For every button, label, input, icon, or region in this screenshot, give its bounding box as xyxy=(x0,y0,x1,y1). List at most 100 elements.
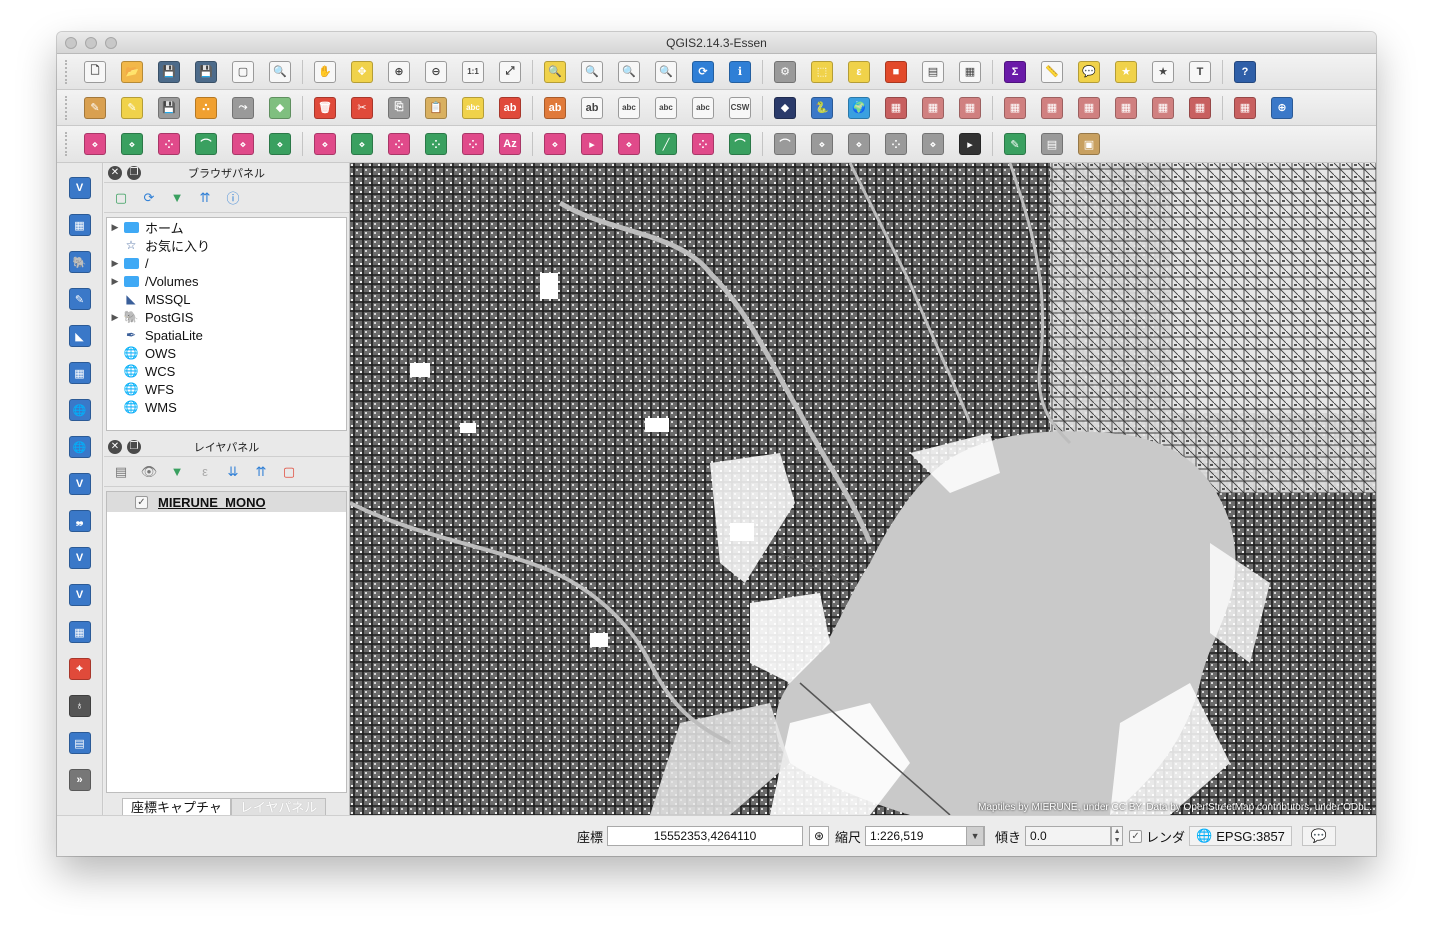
show-bookmarks-button[interactable]: ★ xyxy=(1146,57,1180,87)
raster-terrain-button[interactable]: ▤ xyxy=(1035,129,1069,159)
scale-combobox[interactable]: 1:226,519 ▼ xyxy=(865,826,986,846)
add-wms-layer-button[interactable]: 🌐 xyxy=(63,395,97,425)
tab-coordinate-capture[interactable]: 座標キャプチャ xyxy=(122,798,231,816)
zoom-in-button[interactable]: ⊕ xyxy=(382,57,416,87)
composer-manager-button[interactable]: 🔍 xyxy=(263,57,297,87)
crs-status-button[interactable]: 🌐 EPSG:3857 xyxy=(1189,826,1292,846)
label-move-button[interactable]: abc xyxy=(612,93,646,123)
raster-plugin-2-button[interactable]: ▦ xyxy=(916,93,950,123)
digitize-22-button[interactable]: ⁘ xyxy=(879,129,913,159)
new-shapefile-layer-button[interactable]: V xyxy=(63,580,97,610)
open-project-button[interactable]: 📂 xyxy=(115,57,149,87)
rotation-spinner[interactable]: ▲ ▼ xyxy=(1111,826,1124,846)
collapse-all-layers-icon[interactable]: ⇈ xyxy=(250,461,272,483)
label-highlight-button[interactable]: ab xyxy=(493,93,527,123)
digitize-10-button[interactable]: ⁘ xyxy=(419,129,453,159)
digitize-15-button[interactable]: ⋄ xyxy=(612,129,646,159)
float-panel-icon[interactable]: ❐ xyxy=(127,439,141,454)
text-annotation-button[interactable]: T xyxy=(1183,57,1217,87)
raster-plugin-3-button[interactable]: ▦ xyxy=(953,93,987,123)
raster-plugin-5-button[interactable]: ▦ xyxy=(1035,93,1069,123)
new-bookmark-button[interactable]: ★ xyxy=(1109,57,1143,87)
toggle-editing-button[interactable]: ✎ xyxy=(78,93,112,123)
mouse-coordinate-toggle-icon[interactable]: ⊛ xyxy=(809,826,830,846)
zoom-out-button[interactable]: ⊖ xyxy=(419,57,453,87)
select-by-expression-button[interactable]: ε xyxy=(842,57,876,87)
digitize-17-button[interactable]: ⁘ xyxy=(686,129,720,159)
plugin-stamp-button[interactable]: ◆ xyxy=(768,93,802,123)
new-spatialite-layer-button[interactable]: ▦ xyxy=(63,617,97,647)
new-print-composer-button[interactable]: ▢ xyxy=(226,57,260,87)
filter-expression-icon[interactable]: ε xyxy=(194,461,216,483)
add-wfs-layer-button[interactable]: V xyxy=(63,469,97,499)
label-rotate-button[interactable]: abc xyxy=(649,93,683,123)
select-features-button[interactable]: ⬚ xyxy=(805,57,839,87)
layer-row[interactable]: ✓ MIERUNE_MONO xyxy=(107,492,346,512)
digitize-6-button[interactable]: ⋄ xyxy=(263,129,297,159)
copy-features-button[interactable]: ⎘ xyxy=(382,93,416,123)
statistics-button[interactable]: Σ xyxy=(998,57,1032,87)
save-as-button[interactable]: 💾 xyxy=(189,57,223,87)
add-postgis-layer-button[interactable]: 🐘 xyxy=(63,247,97,277)
add-delimited-text-layer-button[interactable]: ❠ xyxy=(63,506,97,536)
close-window-button[interactable] xyxy=(65,37,77,49)
coordinate-field[interactable]: 15552353,4264110 xyxy=(607,826,804,846)
add-wcs-layer-button[interactable]: 🌐 xyxy=(63,432,97,462)
globe-plugin-button[interactable]: 🌍 xyxy=(842,93,876,123)
digitize-11-button[interactable]: ⁘ xyxy=(456,129,490,159)
expand-arrow-icon[interactable]: ▶ xyxy=(107,312,123,323)
georeferencer-button[interactable]: ✎ xyxy=(998,129,1032,159)
pan-button[interactable]: ✋ xyxy=(308,57,342,87)
label-show-button[interactable]: ab xyxy=(575,93,609,123)
chevron-down-icon[interactable]: ▼ xyxy=(966,826,985,846)
toolbar-grip[interactable] xyxy=(65,95,71,120)
zoom-next-button[interactable]: 🔍 xyxy=(649,57,683,87)
rotation-field[interactable]: 0.0 xyxy=(1025,826,1112,846)
current-edits-button[interactable]: ✎ xyxy=(115,93,149,123)
raster-plugin-7-button[interactable]: ▦ xyxy=(1109,93,1143,123)
save-edits-button[interactable]: 💾 xyxy=(152,93,186,123)
expand-arrow-icon[interactable]: ▶ xyxy=(107,258,123,269)
gps-tool-button[interactable]: ♁ xyxy=(63,691,97,721)
coordinate-capture-button[interactable]: ⌖ xyxy=(63,654,97,684)
browser-item[interactable]: ▶ ホーム xyxy=(107,218,346,236)
digitize-8-button[interactable]: ⋄ xyxy=(345,129,379,159)
browser-item[interactable]: 🌐 WMS xyxy=(107,398,346,416)
pan-to-selection-button[interactable]: ✥ xyxy=(345,57,379,87)
label-change-button[interactable]: abc xyxy=(686,93,720,123)
map-theme-icon[interactable]: ▤ xyxy=(110,461,132,483)
browser-item[interactable]: 🌐 WCS xyxy=(107,362,346,380)
help-button[interactable]: ? xyxy=(1228,57,1262,87)
more-tools-chevron-button[interactable]: » xyxy=(63,765,97,795)
add-virtual-layer-button[interactable]: V xyxy=(63,543,97,573)
digitize-9-button[interactable]: ⁘ xyxy=(382,129,416,159)
digitize-16-button[interactable]: ╱ xyxy=(649,129,683,159)
digitize-2-button[interactable]: ⋄ xyxy=(115,129,149,159)
zoom-to-selection-button[interactable]: 🔍 xyxy=(538,57,572,87)
render-checkbox[interactable]: ✓ xyxy=(1129,829,1143,843)
visibility-eye-icon[interactable]: 👁 xyxy=(138,461,160,483)
move-feature-button[interactable]: ⤳ xyxy=(226,93,260,123)
raster-plugin-6-button[interactable]: ▦ xyxy=(1072,93,1106,123)
paste-features-button[interactable]: 📋 xyxy=(419,93,453,123)
add-feature-button[interactable]: ∴ xyxy=(189,93,223,123)
digitize-14-button[interactable]: ▸ xyxy=(575,129,609,159)
refresh-button[interactable]: ⟳ xyxy=(686,57,720,87)
browser-item[interactable]: ▶ / xyxy=(107,254,346,272)
digitize-19-button[interactable]: ⌒ xyxy=(768,129,802,159)
raster-plugin-1-button[interactable]: ▦ xyxy=(879,93,913,123)
raster-plugin-8-button[interactable]: ▦ xyxy=(1146,93,1180,123)
close-panel-icon[interactable]: ✕ xyxy=(108,439,122,454)
refresh-browser-icon[interactable]: ⟳ xyxy=(138,187,160,209)
field-calculator-button[interactable]: ▦ xyxy=(953,57,987,87)
toolbar-grip[interactable] xyxy=(65,132,71,156)
image-button[interactable]: ▣ xyxy=(1072,129,1106,159)
collapse-all-icon[interactable]: ⇈ xyxy=(194,187,216,209)
attribute-table-button[interactable]: ▤ xyxy=(916,57,950,87)
digitize-1-button[interactable]: ⋄ xyxy=(78,129,112,159)
filter-browser-icon[interactable]: ▼ xyxy=(166,187,188,209)
expand-arrow-icon[interactable]: ▶ xyxy=(107,276,123,287)
browser-item[interactable]: ▶ /Volumes xyxy=(107,272,346,290)
digitize-4-button[interactable]: ⌒ xyxy=(189,129,223,159)
digitize-21-button[interactable]: ⋄ xyxy=(842,129,876,159)
